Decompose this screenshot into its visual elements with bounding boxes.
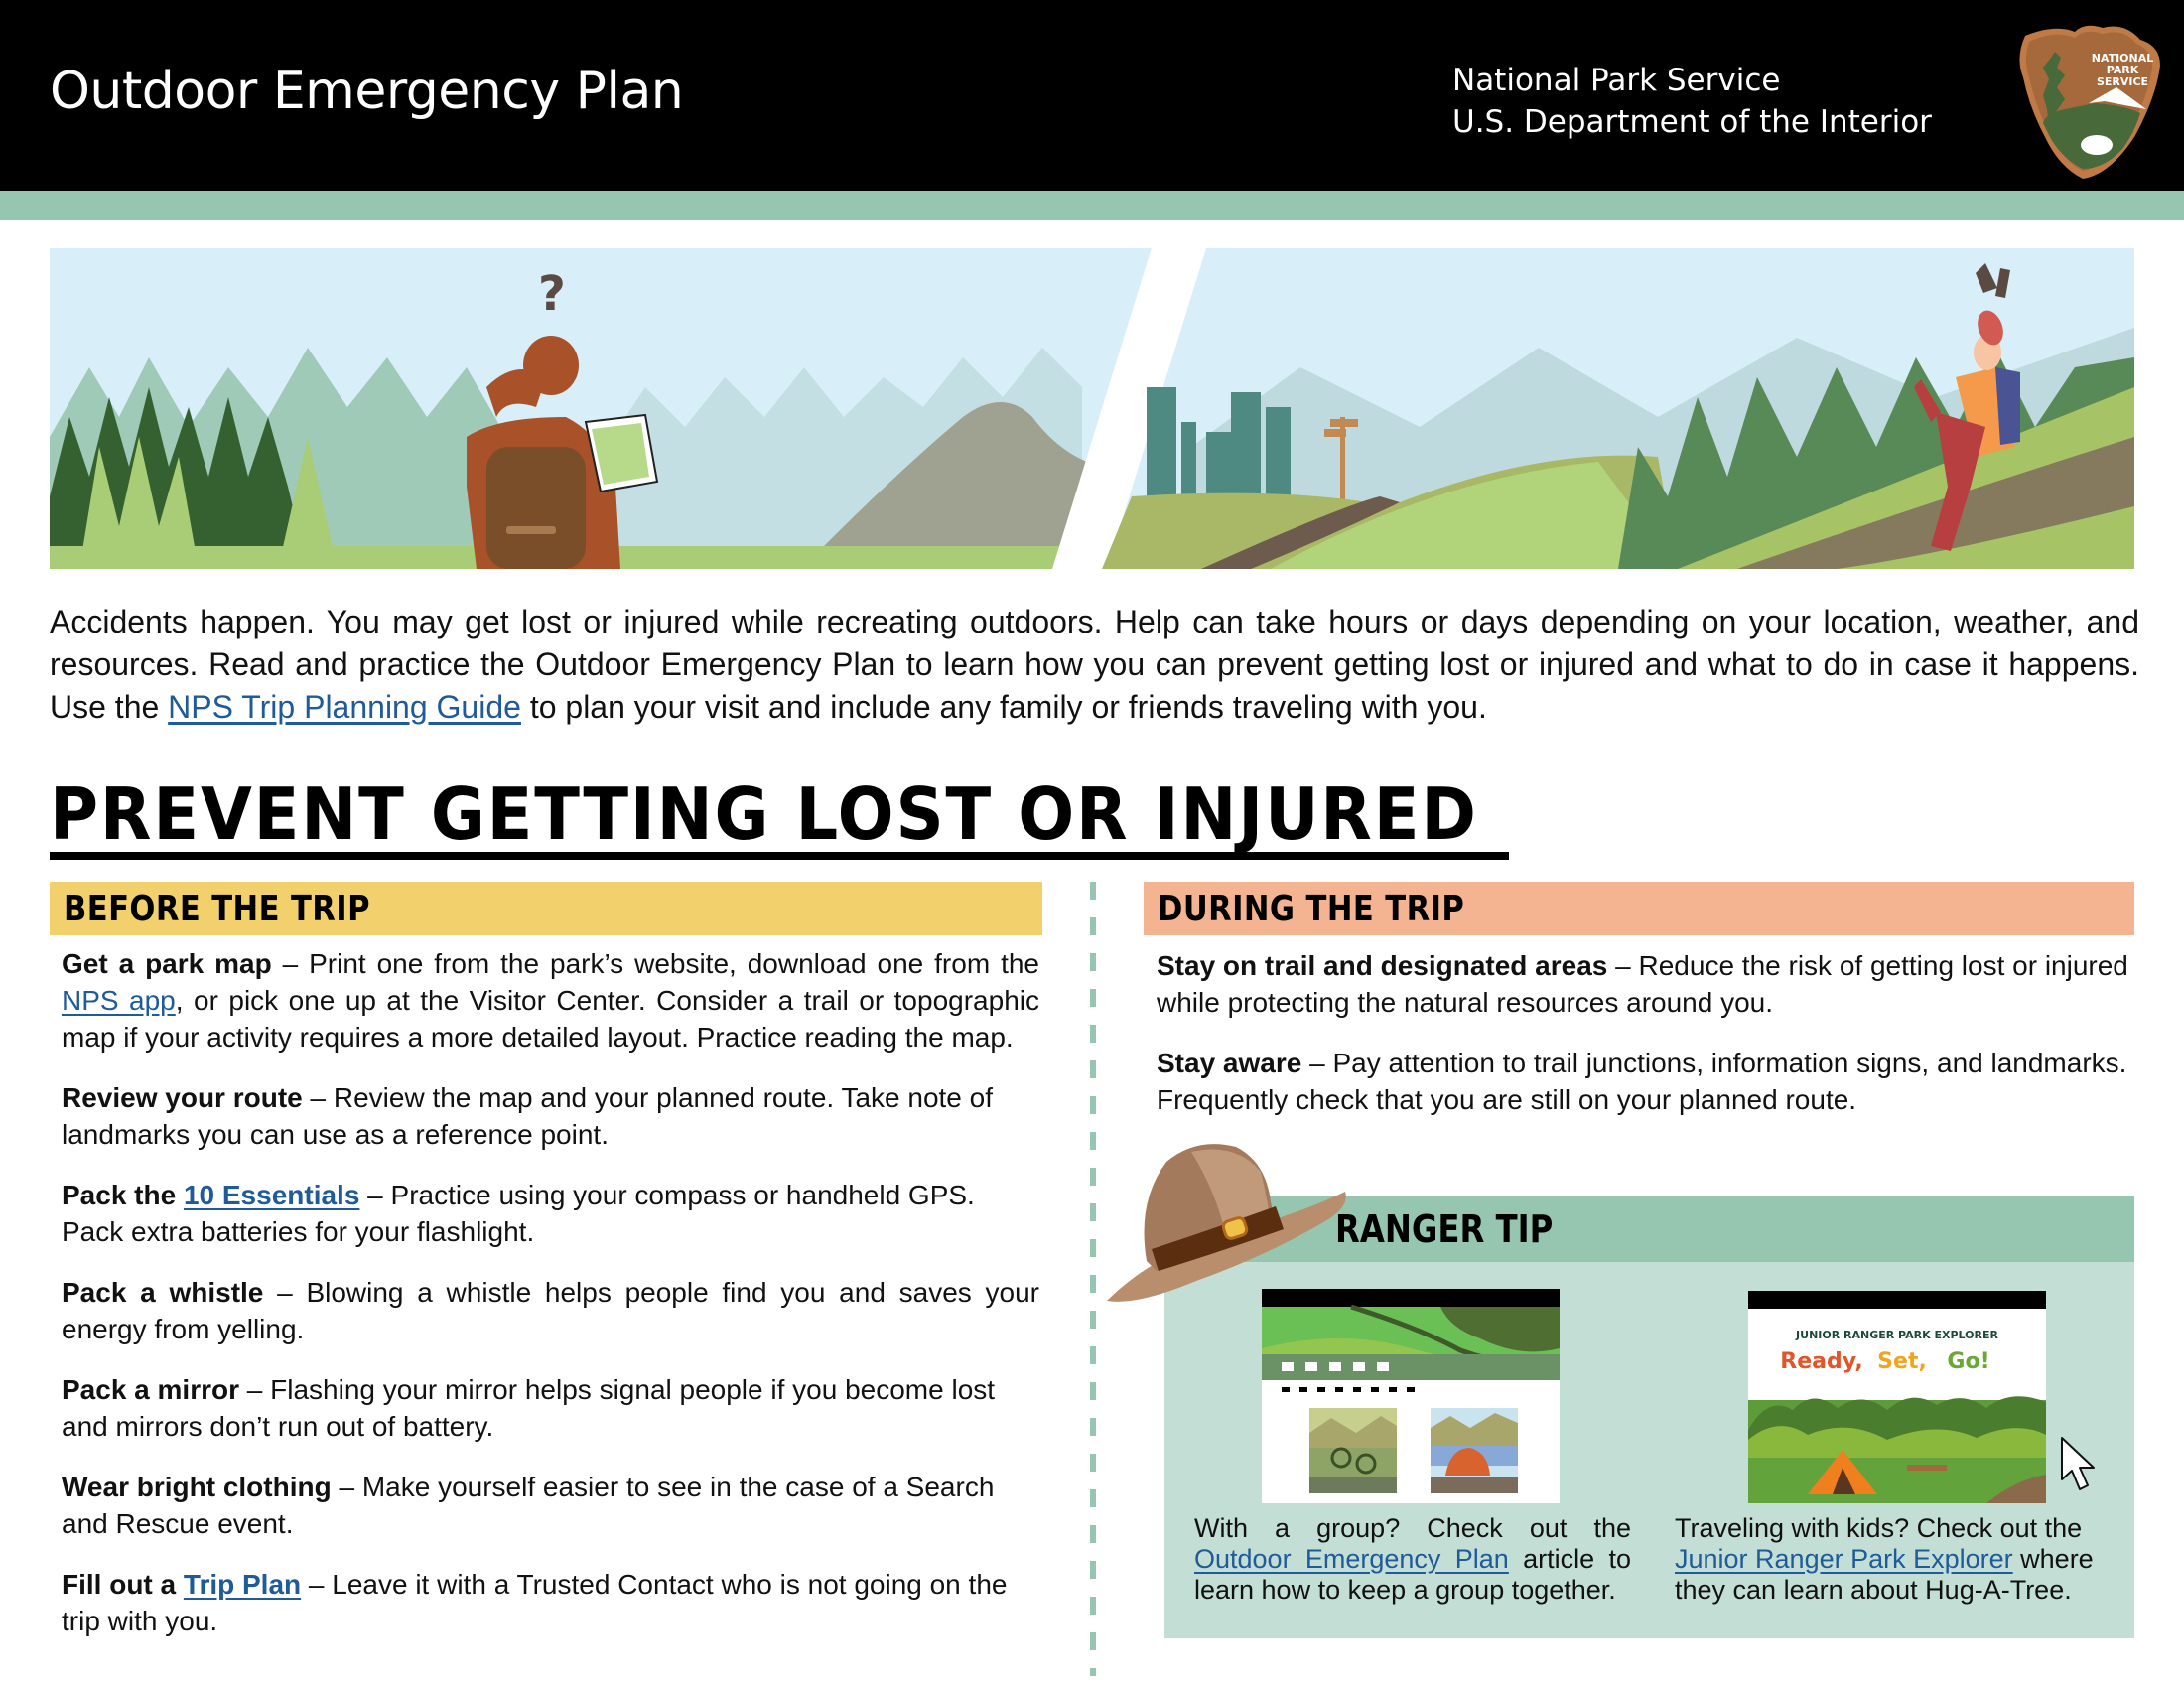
tip-title: Stay aware — [1157, 1048, 1302, 1078]
tip-get-park-map: Get a park map – Print one from the park… — [62, 945, 1039, 1055]
during-trip-heading: DURING THE TRIP — [1158, 889, 1465, 929]
title-underline — [50, 852, 1509, 860]
question-mark-icon: ? — [538, 266, 566, 322]
nps-app-link[interactable]: NPS app — [62, 985, 176, 1016]
hero-illustration: ? — [50, 248, 2134, 569]
group-tip-pre: With a group? Check out the — [1194, 1513, 1631, 1543]
tip-title: Fill out a — [62, 1569, 184, 1600]
before-trip-header: BEFORE THE TRIP — [50, 882, 1042, 935]
outdoor-emergency-plan-link[interactable]: Outdoor Emergency Plan — [1194, 1544, 1509, 1574]
tip-title: Review your route — [62, 1082, 303, 1113]
trip-planning-guide-link[interactable]: NPS Trip Planning Guide — [168, 689, 521, 725]
logo-text-service: SERVICE — [2097, 75, 2148, 88]
cursor-arrow-icon — [2061, 1437, 2095, 1490]
during-trip-list: Stay on trail and designated areas – Red… — [1157, 947, 2129, 1142]
thumb-word-set: Set, — [1877, 1349, 1927, 1374]
intro-text-tail: to plan your visit and include any famil… — [520, 689, 1487, 725]
agency-block: National Park Service U.S. Department of… — [1452, 60, 1932, 143]
thumb-kicker: JUNIOR RANGER PARK EXPLORER — [1795, 1329, 1998, 1341]
intro-paragraph: Accidents happen. You may get lost or in… — [50, 601, 2139, 729]
tip-review-route: Review your route – Review the map and y… — [62, 1079, 1039, 1153]
tip-mirror: Pack a mirror – Flashing your mirror hel… — [62, 1371, 1039, 1445]
thumb-word-ready: Ready, — [1780, 1349, 1862, 1374]
junior-ranger-link[interactable]: Junior Ranger Park Explorer — [1675, 1544, 2013, 1574]
tip-ten-essentials: Pack the 10 Essentials – Practice using … — [62, 1177, 1039, 1250]
column-divider — [1090, 882, 1096, 1676]
document-title: Outdoor Emergency Plan — [50, 62, 684, 121]
kids-tip-text: Traveling with kids? Check out the Junio… — [1675, 1513, 2112, 1606]
before-trip-heading: BEFORE THE TRIP — [64, 889, 370, 929]
tip-stay-on-trail: Stay on trail and designated areas – Red… — [1157, 947, 2129, 1021]
trip-plan-link[interactable]: Trip Plan — [184, 1569, 301, 1600]
nps-arrowhead-icon: NATIONAL PARK SERVICE — [2019, 25, 2160, 179]
tip-text: , or pick one up at the Visitor Center. … — [62, 985, 1039, 1053]
during-trip-header: DURING THE TRIP — [1144, 882, 2134, 935]
tip-title: Pack the — [62, 1180, 184, 1210]
page-header: Outdoor Emergency Plan National Park Ser… — [0, 0, 2184, 191]
bison-icon — [2081, 135, 2113, 155]
tip-text: – Print one from the park’s website, dow… — [271, 948, 1039, 979]
junior-ranger-park-explorer-thumbnail[interactable]: JUNIOR RANGER PARK EXPLORER Ready, Set, … — [1748, 1291, 2046, 1503]
accent-band — [0, 191, 2184, 220]
tip-title: Get a park map — [62, 948, 272, 979]
department-name: U.S. Department of the Interior — [1452, 104, 1932, 140]
tip-title: Pack a mirror — [62, 1374, 239, 1405]
before-trip-list: Get a park map – Print one from the park… — [62, 945, 1039, 1663]
agency-name: National Park Service — [1452, 63, 1781, 98]
ranger-hat-icon — [1107, 1144, 1346, 1302]
tip-bright-clothing: Wear bright clothing – Make yourself eas… — [62, 1469, 1039, 1542]
tip-trip-plan: Fill out a Trip Plan – Leave it with a T… — [62, 1566, 1039, 1639]
ten-essentials-link[interactable]: 10 Essentials — [184, 1180, 359, 1210]
ranger-tip-heading: RANGER TIP — [1335, 1207, 1554, 1251]
thumb-word-go: Go! — [1947, 1349, 1989, 1374]
tip-text: – Pay attention to trail junctions, info… — [1157, 1048, 2127, 1115]
tip-title: Pack a whistle — [62, 1277, 264, 1308]
group-tip-text: With a group? Check out the Outdoor Emer… — [1194, 1513, 1631, 1606]
tip-whistle: Pack a whistle – Blowing a whistle helps… — [62, 1274, 1039, 1347]
section-title: PREVENT GETTING LOST OR INJURED — [50, 773, 1478, 856]
tip-title: Wear bright clothing — [62, 1472, 332, 1502]
outdoor-emergency-plan-thumbnail[interactable] — [1262, 1289, 1560, 1503]
kids-tip-pre: Traveling with kids? Check out the — [1675, 1513, 2083, 1543]
tip-stay-aware: Stay aware – Pay attention to trail junc… — [1157, 1045, 2129, 1118]
tip-title: Stay on trail and designated areas — [1157, 950, 1608, 981]
